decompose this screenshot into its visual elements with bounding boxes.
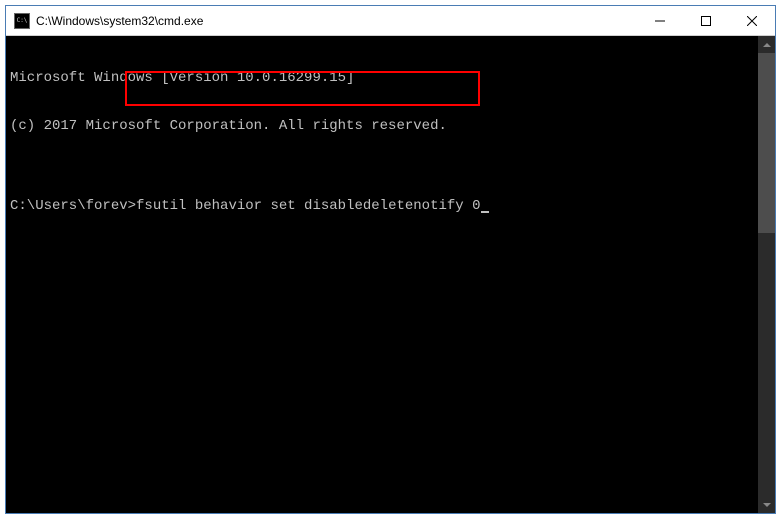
console-prompt-line: C:\Users\forev>fsutil behavior set disab… [10,198,771,214]
window-title: C:\Windows\system32\cmd.exe [36,14,637,28]
vertical-scrollbar[interactable] [758,36,775,513]
chevron-down-icon [763,503,771,507]
scroll-down-button[interactable] [758,496,775,513]
chevron-up-icon [763,43,771,47]
text-cursor [481,211,489,213]
command-text: fsutil behavior set disabledeletenotify … [136,198,480,214]
maximize-button[interactable] [683,6,729,35]
titlebar[interactable]: C:\Windows\system32\cmd.exe [6,6,775,36]
minimize-button[interactable] [637,6,683,35]
maximize-icon [701,16,711,26]
close-icon [747,16,757,26]
scroll-up-button[interactable] [758,36,775,53]
console-area[interactable]: Microsoft Windows [Version 10.0.16299.15… [6,36,775,513]
scrollbar-thumb[interactable] [758,53,775,233]
cmd-window: C:\Windows\system32\cmd.exe Microsoft Wi… [5,5,776,514]
close-button[interactable] [729,6,775,35]
console-output-line: (c) 2017 Microsoft Corporation. All righ… [10,118,771,134]
prompt-text: C:\Users\forev> [10,198,136,214]
minimize-icon [655,16,665,26]
console-output-line: Microsoft Windows [Version 10.0.16299.15… [10,70,771,86]
window-controls [637,6,775,35]
cmd-icon [14,13,30,29]
